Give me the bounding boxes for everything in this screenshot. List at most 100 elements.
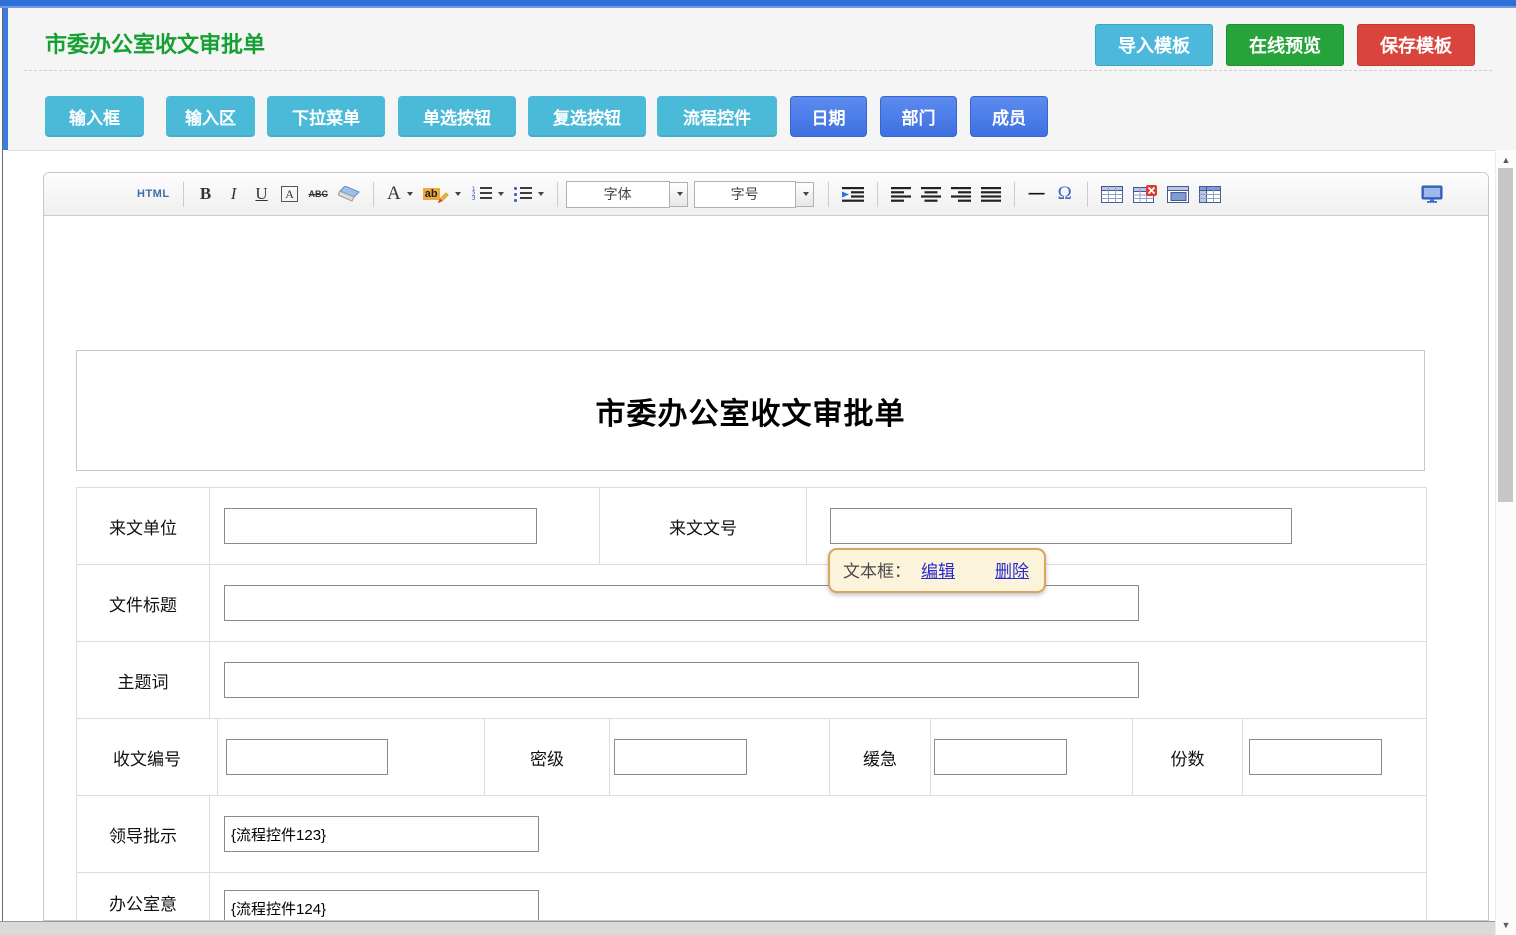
insert-table-button[interactable] bbox=[1098, 181, 1126, 208]
font-size-select[interactable]: 字号 bbox=[694, 181, 796, 208]
field-cell bbox=[210, 488, 600, 564]
eraser-icon bbox=[338, 186, 360, 202]
chevron-down-icon bbox=[803, 192, 809, 196]
table-cell-button[interactable] bbox=[1164, 181, 1192, 208]
omega-icon: Ω bbox=[1058, 183, 1072, 205]
indent-button[interactable] bbox=[839, 181, 867, 208]
scrollbar-up-button[interactable]: ▲ bbox=[1496, 152, 1516, 168]
bold-icon: B bbox=[200, 184, 211, 204]
text-border-icon: A bbox=[281, 186, 298, 202]
font-size-value: 字号 bbox=[731, 184, 759, 204]
strikethrough-button[interactable]: ABC bbox=[306, 181, 332, 208]
bold-button[interactable]: B bbox=[194, 181, 218, 208]
field-label-leader-comment: 领导批示 bbox=[77, 796, 210, 872]
toolbar-separator bbox=[828, 182, 829, 207]
fullscreen-button[interactable] bbox=[1418, 181, 1446, 208]
insert-table-icon bbox=[1101, 186, 1123, 203]
leader-comment-input[interactable] bbox=[224, 816, 539, 852]
field-label-urgency: 缓急 bbox=[830, 719, 931, 795]
delete-link[interactable]: 删除 bbox=[995, 557, 1029, 582]
font-family-value: 字体 bbox=[604, 184, 632, 204]
remove-format-button[interactable] bbox=[335, 181, 363, 208]
widget-button-radio[interactable]: 单选按钮 bbox=[398, 96, 516, 137]
font-family-select[interactable]: 字体 bbox=[566, 181, 670, 208]
text-border-button[interactable]: A bbox=[278, 181, 302, 208]
form-table: 来文单位 来文文号 文件标题 bbox=[76, 487, 1427, 921]
widget-button-department[interactable]: 部门 bbox=[880, 96, 957, 137]
document-title: 市委办公室收文审批单 bbox=[596, 389, 906, 433]
widget-button-dropdown-menu[interactable]: 下拉菜单 bbox=[267, 96, 385, 137]
unordered-list-button[interactable] bbox=[511, 181, 547, 208]
align-justify-icon bbox=[981, 187, 1001, 202]
align-left-button[interactable] bbox=[888, 181, 914, 208]
secrecy-input[interactable] bbox=[614, 739, 747, 775]
field-cell bbox=[610, 719, 830, 795]
field-label-secrecy: 密级 bbox=[485, 719, 610, 795]
bottom-edge-strip bbox=[0, 921, 1496, 935]
widget-button-member[interactable]: 成员 bbox=[970, 96, 1048, 137]
font-color-button[interactable]: A bbox=[384, 181, 416, 208]
align-center-button[interactable] bbox=[918, 181, 944, 208]
align-center-icon bbox=[921, 187, 941, 202]
edit-link[interactable]: 编辑 bbox=[921, 557, 955, 582]
header-actions: 导入模板 在线预览 保存模板 bbox=[1095, 24, 1475, 66]
save-template-button[interactable]: 保存模板 bbox=[1357, 24, 1475, 66]
doc-number-input[interactable] bbox=[830, 508, 1292, 544]
horizontal-rule-icon: — bbox=[1029, 185, 1045, 203]
toolbar-separator bbox=[557, 182, 558, 207]
editor-content[interactable]: 市委办公室收文审批单 来文单位 来文文号 bbox=[44, 216, 1488, 921]
table-properties-button[interactable] bbox=[1196, 181, 1224, 208]
widget-toolbar: 输入框 输入区 下拉菜单 单选按钮 复选按钮 流程控件 日期 部门 成员 bbox=[45, 96, 1061, 137]
html-source-button[interactable]: HTML bbox=[134, 181, 173, 208]
urgency-input[interactable] bbox=[934, 739, 1067, 775]
header: 市委办公室收文审批单 导入模板 在线预览 保存模板 输入框 输入区 下拉菜单 单… bbox=[8, 8, 1516, 151]
scrollbar-down-button[interactable]: ▼ bbox=[1496, 917, 1516, 933]
vertical-scrollbar[interactable]: ▲ ▼ bbox=[1495, 150, 1516, 935]
source-unit-input[interactable] bbox=[224, 508, 537, 544]
delete-table-button[interactable] bbox=[1130, 181, 1160, 208]
chevron-down-icon bbox=[498, 192, 504, 196]
scrollbar-thumb[interactable] bbox=[1498, 168, 1513, 502]
indent-icon bbox=[842, 187, 864, 202]
highlight-color-button[interactable]: ab bbox=[420, 181, 464, 208]
import-template-button[interactable]: 导入模板 bbox=[1095, 24, 1213, 66]
align-justify-button[interactable] bbox=[978, 181, 1004, 208]
editor-toolbar: HTML B I U A ABC bbox=[44, 173, 1488, 216]
font-size-dropdown-button[interactable] bbox=[796, 182, 814, 207]
online-preview-button[interactable]: 在线预览 bbox=[1226, 24, 1344, 66]
align-right-button[interactable] bbox=[948, 181, 974, 208]
copies-input[interactable] bbox=[1249, 739, 1382, 775]
field-cell bbox=[210, 796, 1426, 872]
special-char-button[interactable]: Ω bbox=[1053, 181, 1077, 208]
widget-button-date[interactable]: 日期 bbox=[790, 96, 867, 137]
ordered-list-icon: 123 bbox=[471, 187, 477, 201]
horizontal-rule-button[interactable]: — bbox=[1025, 181, 1049, 208]
widget-button-input-box[interactable]: 输入框 bbox=[45, 96, 144, 137]
underline-button[interactable]: U bbox=[250, 181, 274, 208]
office-opinion-input[interactable] bbox=[224, 890, 539, 921]
table-row: 领导批示 bbox=[77, 796, 1426, 873]
field-label-office-opinion: 办公室意 bbox=[77, 873, 210, 921]
field-cell bbox=[931, 719, 1133, 795]
receipt-number-input[interactable] bbox=[226, 739, 388, 775]
html-source-icon: HTML bbox=[137, 188, 170, 200]
ordered-list-button[interactable]: 123 bbox=[468, 181, 507, 208]
field-label-copies: 份数 bbox=[1133, 719, 1243, 795]
field-label-doc-number: 来文文号 bbox=[600, 488, 807, 564]
control-tooltip: 文本框： 编辑 删除 bbox=[828, 548, 1046, 593]
list-lines-icon bbox=[520, 187, 532, 201]
widget-button-checkbox[interactable]: 复选按钮 bbox=[528, 96, 646, 137]
table-row: 主题词 bbox=[77, 642, 1426, 719]
widget-button-input-area[interactable]: 输入区 bbox=[166, 96, 255, 137]
screen: 市委办公室收文审批单 导入模板 在线预览 保存模板 输入框 输入区 下拉菜单 单… bbox=[0, 0, 1516, 935]
italic-button[interactable]: I bbox=[222, 181, 246, 208]
table-row: 来文单位 来文文号 bbox=[77, 488, 1426, 565]
tooltip-label: 文本框： bbox=[843, 557, 911, 582]
font-family-dropdown-button[interactable] bbox=[670, 182, 688, 207]
widget-button-flow-control[interactable]: 流程控件 bbox=[657, 96, 777, 137]
keywords-input[interactable] bbox=[224, 662, 1139, 698]
background-page-edge bbox=[0, 8, 8, 935]
toolbar-separator bbox=[373, 182, 374, 207]
document-title-box: 市委办公室收文审批单 bbox=[76, 350, 1425, 471]
toolbar-separator bbox=[877, 182, 878, 207]
